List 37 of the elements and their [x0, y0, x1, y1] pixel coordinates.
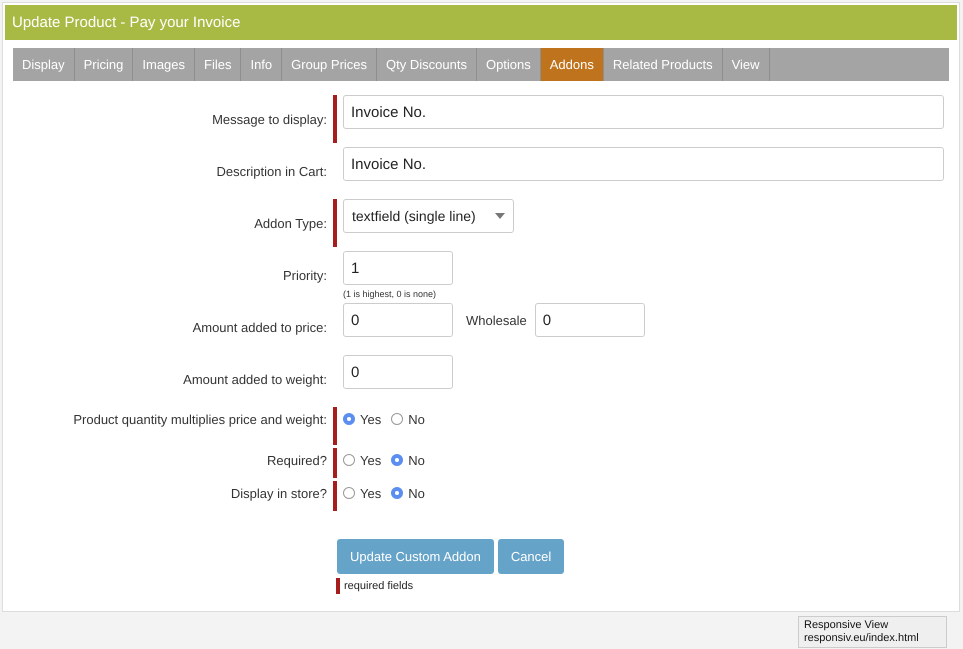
radio-option[interactable]: Yes: [343, 451, 382, 469]
dropdown[interactable]: textfield (single line): [343, 199, 514, 233]
hint-text: (1 is highest, 0 is none): [343, 289, 438, 299]
field-label: Product quantity multiplies price and weight:: [73, 412, 327, 427]
input-field[interactable]: 1: [343, 251, 453, 285]
radio-button[interactable]: [343, 487, 355, 499]
input-field[interactable]: 0: [343, 303, 453, 337]
field-label: Message to display:: [212, 112, 327, 127]
radio-button[interactable]: [343, 413, 355, 425]
required-marker: [336, 578, 340, 594]
field-label: Amount added to weight:: [183, 372, 327, 387]
tooltip-title: Responsive View: [804, 619, 890, 632]
input-field[interactable]: 0: [534, 303, 645, 337]
input-field[interactable]: 0: [343, 355, 453, 389]
field-label: Description in Cart:: [216, 164, 327, 179]
tab[interactable]: Addons: [540, 48, 604, 81]
field-label: Display in store?: [230, 486, 327, 501]
window-title: Update Product - Pay your Invoice: [12, 14, 240, 31]
radio-button[interactable]: [391, 413, 404, 425]
radio-button[interactable]: [391, 454, 404, 466]
field-label: Priority:: [282, 268, 327, 283]
field-label: Addon Type:: [254, 216, 327, 231]
input-field[interactable]: Invoice No.: [343, 147, 944, 181]
caret-icon: [495, 213, 505, 219]
radio-option[interactable]: No: [391, 484, 425, 502]
radio-button[interactable]: [391, 487, 404, 499]
radio-option[interactable]: Yes: [343, 484, 382, 502]
radio-option[interactable]: No: [391, 410, 425, 428]
field-label: Amount added to price:: [192, 320, 327, 335]
legend-text: required fields: [344, 580, 414, 592]
input-field[interactable]: Invoice No.: [343, 95, 944, 129]
field-label: Wholesale: [466, 312, 527, 328]
radio-option[interactable]: No: [391, 451, 425, 469]
radio-option[interactable]: Yes: [343, 410, 382, 428]
field-label: Required?: [267, 453, 327, 468]
radio-button[interactable]: [343, 454, 355, 466]
tooltip-url: responsiv.eu/index.html: [804, 632, 920, 645]
